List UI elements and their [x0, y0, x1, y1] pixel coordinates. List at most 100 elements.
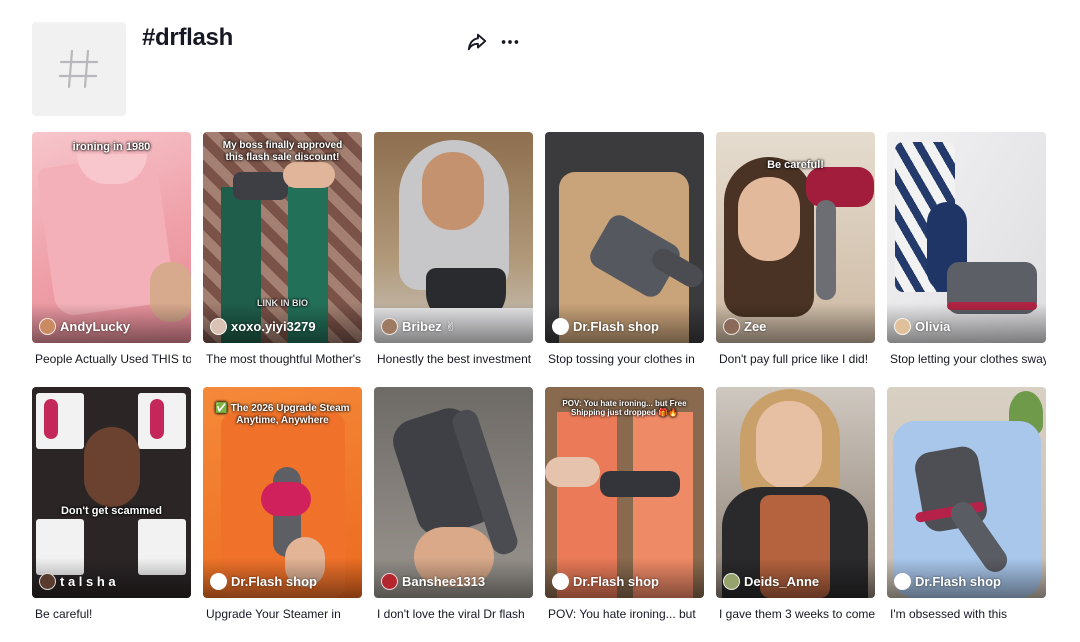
- share-icon: [467, 33, 487, 51]
- video-overlay-text: ironing in 1980: [72, 141, 151, 153]
- page-title: #drflash: [142, 24, 233, 51]
- author-name: t a l s h a: [60, 574, 116, 589]
- video-caption: The most thoughtful Mother's: [206, 352, 362, 366]
- author-name: Dr.Flash shop: [573, 319, 659, 334]
- video-author[interactable]: Dr.Flash shop: [894, 573, 1001, 590]
- avatar: [381, 318, 398, 335]
- video-author[interactable]: Bribez ✌: [381, 318, 456, 335]
- video-thumbnail[interactable]: POV: You hate ironing... but Free Shippi…: [545, 387, 704, 598]
- face-shape: [756, 401, 822, 489]
- author-name: Deids_Anne: [744, 574, 820, 589]
- steamer-handle-shape: [816, 200, 836, 300]
- author-name: Olivia: [915, 319, 951, 334]
- video-caption: POV: You hate ironing... but: [548, 607, 696, 621]
- video-author[interactable]: AndyLucky: [39, 318, 130, 335]
- face-shape: [422, 152, 484, 230]
- hashtag-icon: [58, 49, 99, 89]
- video-overlay-text: ✅ The 2026 Upgrade Steam Anytime, Anywhe…: [215, 403, 350, 426]
- more-options-button[interactable]: [496, 28, 524, 56]
- video-grid: ironing in 1980 AndyLucky People Actuall…: [32, 132, 1046, 642]
- steamer-shape: [150, 399, 164, 439]
- face-shape: [84, 427, 140, 507]
- steamer-accent-shape: [261, 482, 311, 516]
- author-name: Dr.Flash shop: [231, 574, 317, 589]
- video-caption: People Actually Used THIS to: [35, 352, 191, 366]
- video-thumbnail[interactable]: Olivia: [887, 132, 1046, 343]
- avatar: [894, 318, 911, 335]
- video-author[interactable]: Olivia: [894, 318, 950, 335]
- video-thumbnail[interactable]: Don't get scammed t a l s h a: [32, 387, 191, 598]
- hashtag-avatar: [32, 22, 126, 116]
- avatar: [39, 573, 56, 590]
- video-thumbnail[interactable]: Dr.Flash shop: [887, 387, 1046, 598]
- video-caption: Don't pay full price like I did!: [719, 352, 869, 366]
- avatar: [552, 573, 569, 590]
- steamer-shape: [44, 399, 58, 439]
- video-card[interactable]: POV: You hate ironing... but Free Shippi…: [545, 387, 704, 642]
- video-author[interactable]: Zee: [723, 318, 766, 335]
- hand-shape: [545, 457, 600, 487]
- avatar: [39, 318, 56, 335]
- avatar: [210, 318, 227, 335]
- video-card[interactable]: Dr.Flash shop I'm obsessed with this: [887, 387, 1046, 642]
- video-overlay-text: My boss finally approved this flash sale…: [222, 140, 343, 163]
- video-caption: Stop tossing your clothes in: [548, 352, 695, 366]
- video-thumbnail[interactable]: Bribez ✌: [374, 132, 533, 343]
- share-button[interactable]: [463, 28, 491, 56]
- video-caption: I don't love the viral Dr flash: [377, 607, 525, 621]
- video-thumbnail[interactable]: Dr.Flash shop: [545, 132, 704, 343]
- video-caption: Honestly the best investment: [377, 352, 532, 366]
- avatar: [210, 573, 227, 590]
- avatar: [552, 318, 569, 335]
- video-card[interactable]: Deids_Anne I gave them 3 weeks to come: [716, 387, 875, 642]
- video-card[interactable]: ✅ The 2026 Upgrade Steam Anytime, Anywhe…: [203, 387, 362, 642]
- author-name: Zee: [744, 319, 767, 334]
- author-name: Banshee1313: [402, 574, 486, 589]
- video-author[interactable]: Dr.Flash shop: [552, 318, 659, 335]
- video-thumbnail[interactable]: ✅ The 2026 Upgrade Steam Anytime, Anywhe…: [203, 387, 362, 598]
- steamer-shape: [600, 471, 680, 497]
- author-name: AndyLucky: [60, 319, 131, 334]
- face-shape: [738, 177, 800, 261]
- video-thumbnail[interactable]: My boss finally approved this flash sale…: [203, 132, 362, 343]
- video-caption: I gave them 3 weeks to come: [719, 607, 875, 621]
- video-author[interactable]: Deids_Anne: [723, 573, 819, 590]
- video-overlay-text: Don't get scammed: [60, 505, 163, 517]
- hand-shape: [283, 162, 335, 188]
- author-name: Dr.Flash shop: [573, 574, 659, 589]
- video-author[interactable]: Banshee1313: [381, 573, 485, 590]
- video-card[interactable]: ironing in 1980 AndyLucky People Actuall…: [32, 132, 191, 387]
- video-author[interactable]: Dr.Flash shop: [552, 573, 659, 590]
- video-card[interactable]: Don't get scammed t a l s h a Be careful…: [32, 387, 191, 642]
- hashtag-header: #drflash: [32, 22, 1048, 118]
- more-dots-icon: [501, 40, 519, 44]
- avatar: [894, 573, 911, 590]
- author-name: Dr.Flash shop: [915, 574, 1001, 589]
- steamer-shape: [233, 172, 288, 200]
- video-card[interactable]: Bribez ✌ Honestly the best investment: [374, 132, 533, 387]
- video-overlay-text: Be careful!: [767, 159, 824, 171]
- video-card[interactable]: Olivia Stop letting your clothes sway: [887, 132, 1046, 387]
- video-thumbnail[interactable]: ironing in 1980 AndyLucky: [32, 132, 191, 343]
- video-caption: I'm obsessed with this: [890, 607, 1008, 621]
- video-caption: Upgrade Your Steamer in: [206, 607, 341, 621]
- video-author[interactable]: t a l s h a: [39, 573, 116, 590]
- video-overlay-text: POV: You hate ironing... but Free Shippi…: [562, 399, 687, 418]
- author-name: Bribez ✌: [402, 318, 457, 334]
- video-card[interactable]: Banshee1313 I don't love the viral Dr fl…: [374, 387, 533, 642]
- video-thumbnail[interactable]: Be careful! Zee: [716, 132, 875, 343]
- author-name: xoxo.yiyi3279: [231, 319, 316, 334]
- video-caption: Be careful!: [35, 607, 93, 621]
- video-card[interactable]: Be careful! Zee Don't pay full price lik…: [716, 132, 875, 387]
- video-author[interactable]: Dr.Flash shop: [210, 573, 317, 590]
- video-thumbnail[interactable]: Deids_Anne: [716, 387, 875, 598]
- steamer-shape: [806, 167, 874, 207]
- video-thumbnail[interactable]: Banshee1313: [374, 387, 533, 598]
- video-card[interactable]: Dr.Flash shop Stop tossing your clothes …: [545, 132, 704, 387]
- avatar: [723, 573, 740, 590]
- video-card[interactable]: My boss finally approved this flash sale…: [203, 132, 362, 387]
- avatar: [723, 318, 740, 335]
- avatar: [381, 573, 398, 590]
- video-author[interactable]: xoxo.yiyi3279: [210, 318, 316, 335]
- video-caption: Stop letting your clothes sway: [890, 352, 1046, 366]
